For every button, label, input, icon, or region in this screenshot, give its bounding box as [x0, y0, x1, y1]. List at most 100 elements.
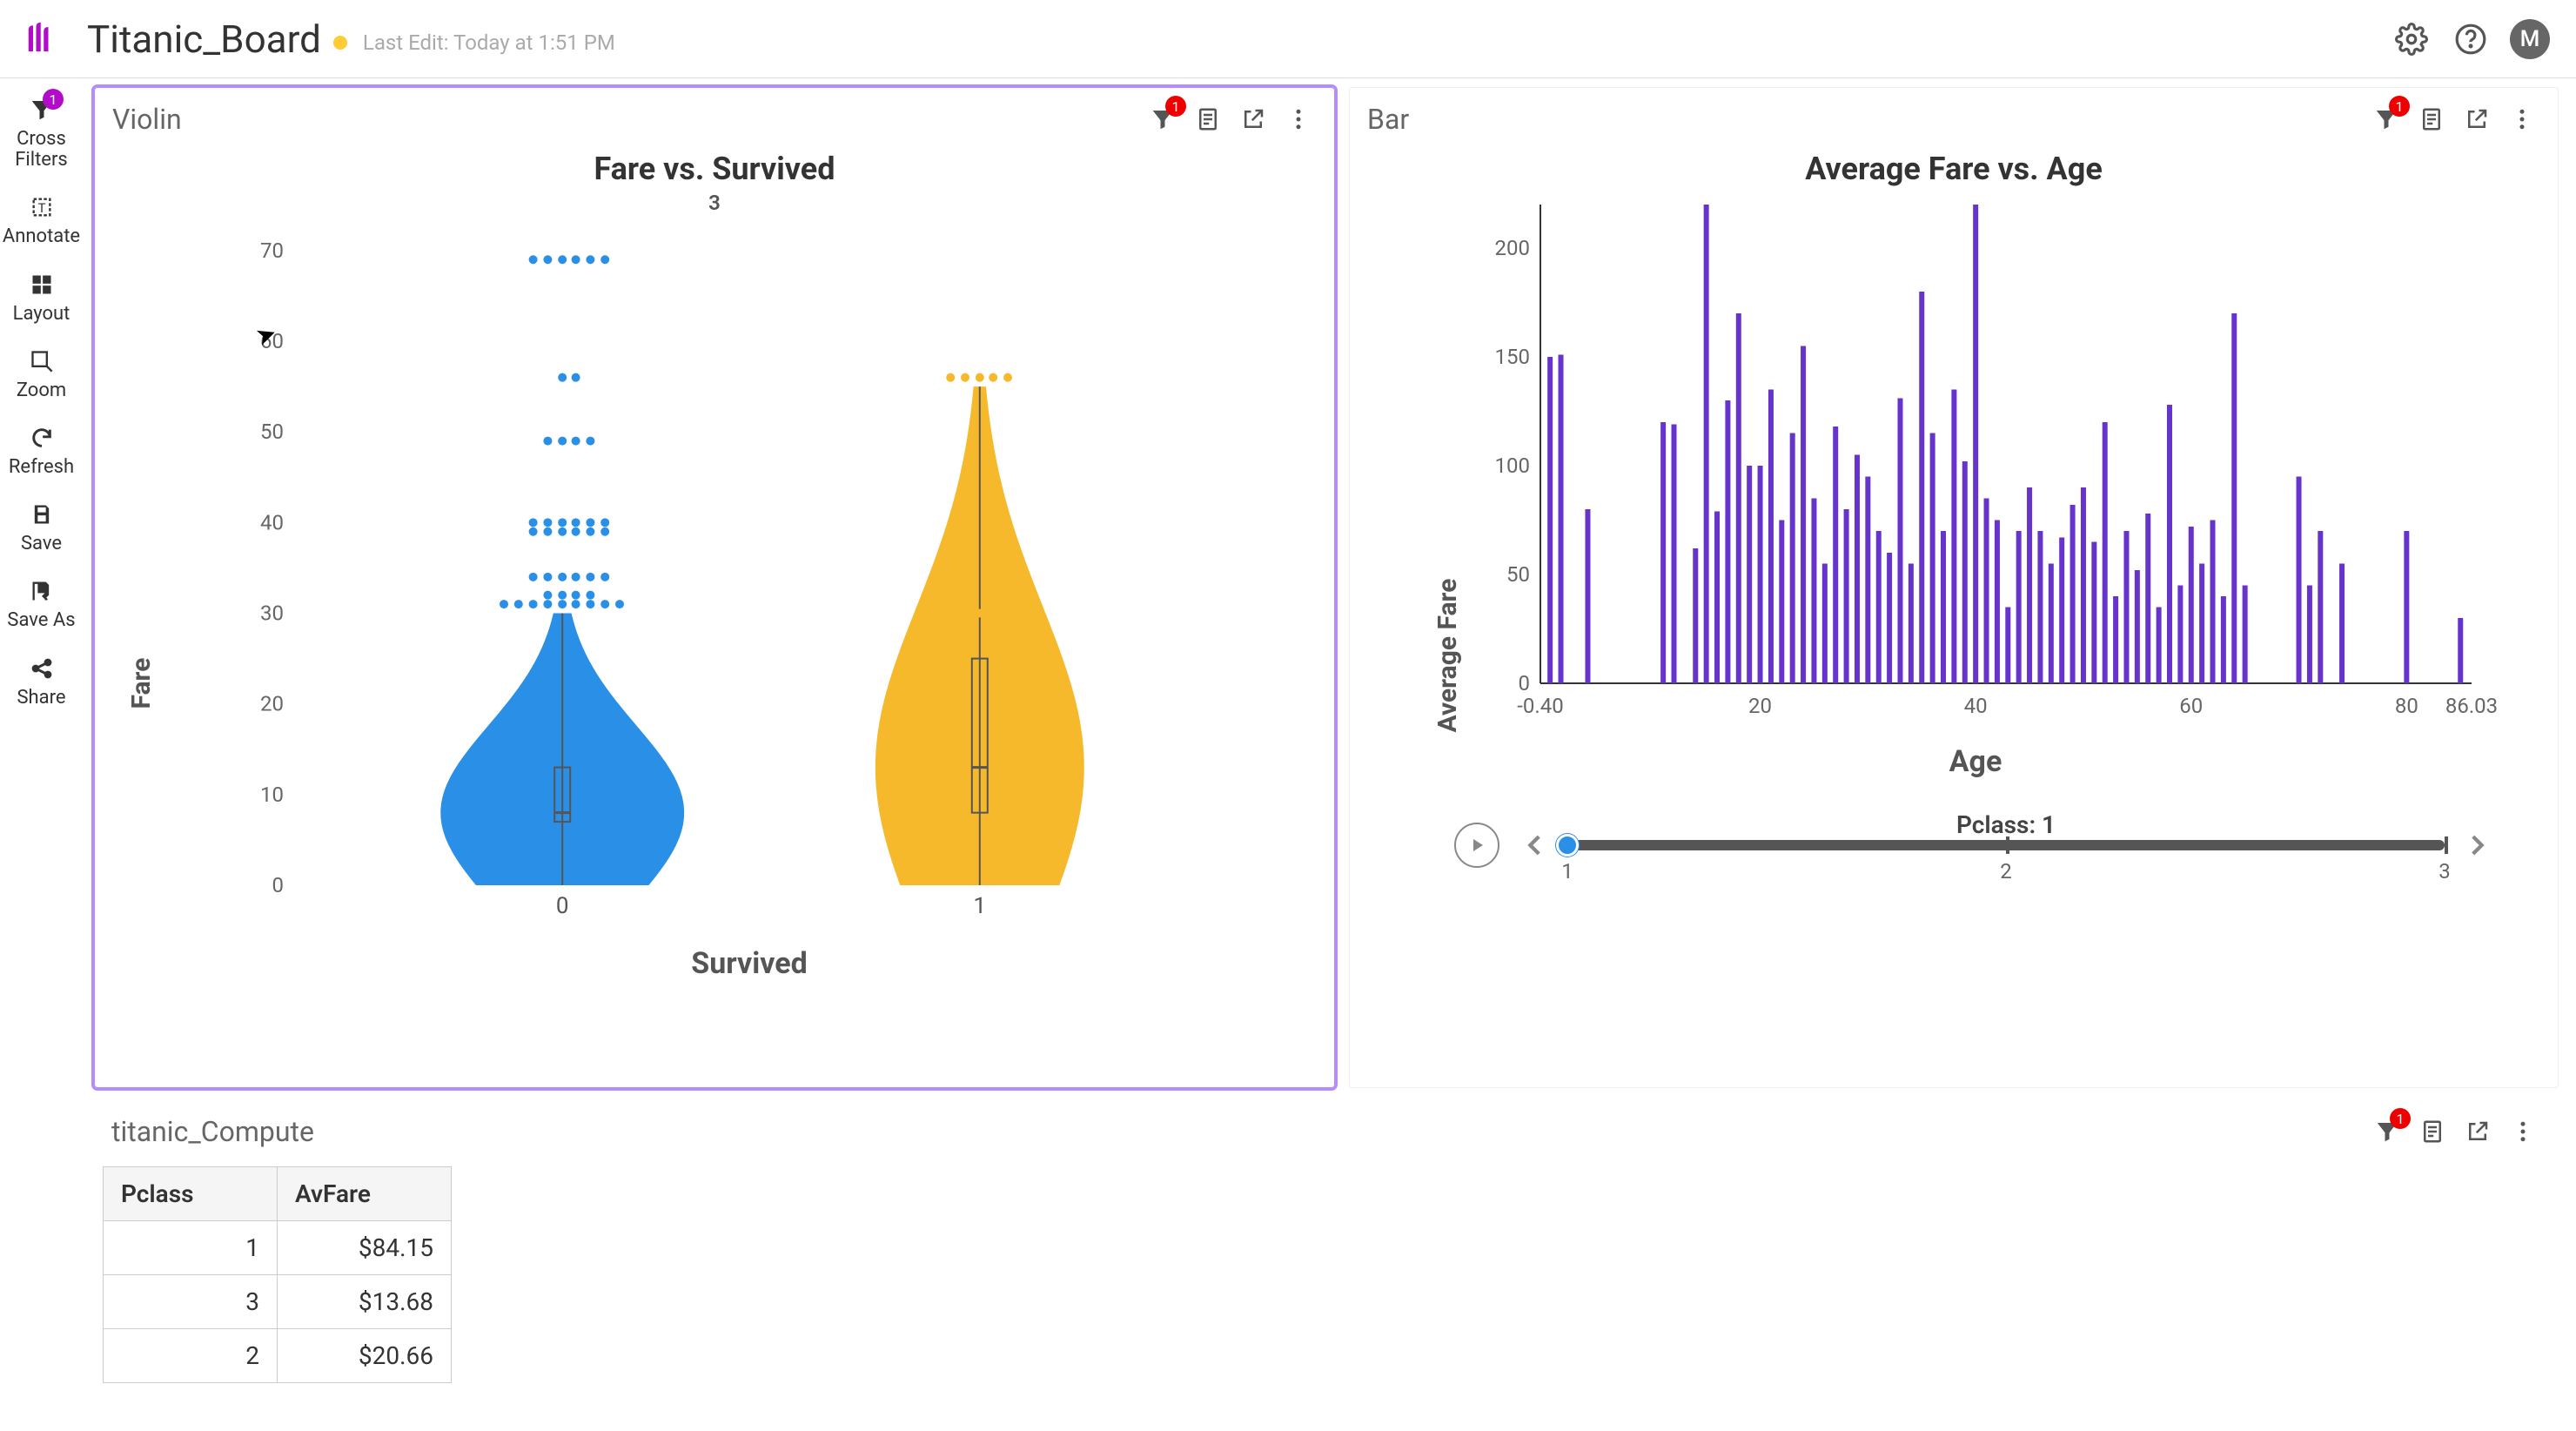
rail-annotate[interactable]: T Annotate: [0, 183, 83, 259]
chart-subtitle: 3: [95, 191, 1334, 215]
svg-text:30: 30: [260, 601, 284, 626]
rail-label: Save As: [7, 610, 75, 631]
popout-icon[interactable]: [1235, 101, 1271, 138]
help-icon[interactable]: [2451, 19, 2491, 59]
zoom-icon: [26, 346, 57, 377]
rail-zoom[interactable]: Zoom: [0, 337, 83, 413]
slider-tick-2: 2: [2000, 859, 2012, 883]
more-icon[interactable]: [2505, 1113, 2541, 1150]
slider-next[interactable]: [2457, 825, 2497, 865]
popout-icon[interactable]: [2459, 101, 2495, 138]
slider-tick-1: 1: [1561, 859, 1573, 883]
notes-icon[interactable]: [2414, 1113, 2451, 1150]
y-axis-label: Fare: [126, 658, 157, 709]
svg-text:20: 20: [1748, 694, 1772, 718]
x-axis-label: Age: [1428, 744, 2523, 779]
table-header[interactable]: Pclass: [104, 1167, 278, 1221]
table-row[interactable]: 3$13.68: [104, 1275, 452, 1329]
gear-icon[interactable]: [2392, 19, 2432, 59]
board-title[interactable]: Titanic_Board: [87, 17, 321, 62]
rail-save[interactable]: Save: [0, 490, 83, 567]
violin-chart[interactable]: 01020304050607001: [199, 224, 1299, 937]
panel-header: Bar 1: [1350, 88, 2558, 151]
svg-text:10: 10: [260, 783, 284, 807]
chart-title: Average Fare vs. Age: [1350, 151, 2558, 187]
svg-text:0: 0: [556, 893, 569, 919]
svg-text:20: 20: [260, 692, 284, 716]
panel-violin[interactable]: Violin 1 Fare vs. Survived 3 Fare 010203…: [94, 87, 1335, 1088]
svg-text:-0.40: -0.40: [1517, 694, 1563, 718]
rail-label: Save: [21, 534, 62, 554]
last-edit-label: Last Edit: Today at 1:51 PM: [363, 30, 615, 55]
x-axis-label: Survived: [199, 946, 1299, 981]
board-canvas: Violin 1 Fare vs. Survived 3 Fare 010203…: [87, 85, 2566, 1367]
filter-badge: 1: [1165, 96, 1186, 117]
table-row[interactable]: 1$84.15: [104, 1221, 452, 1275]
table-row[interactable]: 2$20.66: [104, 1329, 452, 1383]
text-box-icon: T: [26, 191, 57, 223]
filter-icon[interactable]: 1: [2369, 1113, 2405, 1150]
rail-label: Share: [17, 688, 65, 709]
svg-text:70: 70: [260, 238, 284, 263]
rail-label: Annotate: [3, 226, 80, 247]
svg-text:50: 50: [1506, 562, 1530, 587]
rail-refresh[interactable]: Refresh: [0, 413, 83, 490]
app-logo[interactable]: [17, 17, 61, 61]
filter-icon[interactable]: 1: [1144, 101, 1181, 138]
rail-label: Layout: [13, 304, 70, 325]
rail-label: Cross Filters: [15, 129, 68, 171]
compute-table[interactable]: PclassAvFare1$84.153$13.682$20.66: [103, 1166, 452, 1383]
svg-text:40: 40: [1964, 694, 1988, 718]
svg-text:T: T: [37, 200, 45, 216]
save-as-icon: [26, 575, 57, 607]
refresh-icon: [26, 422, 57, 453]
panel-body: PclassAvFare1$84.153$13.682$20.66: [94, 1163, 2559, 1431]
grid-icon: [26, 269, 57, 300]
filter-badge: 1: [2389, 96, 2410, 117]
popout-icon[interactable]: [2459, 1113, 2496, 1150]
svg-text:200: 200: [1495, 236, 1530, 260]
bar-chart[interactable]: 050100150200-0.402040608086.03: [1428, 196, 2523, 736]
table-header[interactable]: AvFare: [278, 1167, 452, 1221]
slider-thumb[interactable]: [1556, 834, 1579, 857]
panel-header: Violin 1: [95, 88, 1334, 151]
rail-share[interactable]: Share: [0, 644, 83, 721]
svg-text:60: 60: [2179, 694, 2203, 718]
play-button[interactable]: [1454, 823, 1499, 868]
save-icon: [26, 499, 57, 530]
rail-save-as[interactable]: Save As: [0, 567, 83, 643]
svg-text:0: 0: [272, 873, 285, 897]
more-icon[interactable]: [1280, 101, 1317, 138]
unsaved-indicator-dot: [333, 36, 347, 50]
notes-icon[interactable]: [2413, 101, 2450, 138]
slider-tick-3: 3: [2438, 859, 2451, 883]
share-icon: [26, 653, 57, 684]
svg-text:150: 150: [1495, 345, 1530, 369]
panel-title: Bar: [1367, 103, 1409, 136]
rail-label: Refresh: [9, 457, 74, 478]
panel-table[interactable]: titanic_Compute 1 PclassAvFare1$84.153$1…: [94, 1100, 2559, 1431]
svg-text:86.03: 86.03: [2445, 694, 2498, 718]
pclass-slider-row: Pclass: 1 1 2 3: [1428, 823, 2523, 868]
rail-cross-filters[interactable]: 1 Cross Filters: [0, 85, 83, 183]
svg-text:80: 80: [2395, 694, 2418, 718]
left-tool-rail: 1 Cross Filters T Annotate Layout Zoom R…: [0, 78, 83, 721]
more-icon[interactable]: [2504, 101, 2540, 138]
pclass-slider[interactable]: Pclass: 1 1 2 3: [1567, 840, 2445, 850]
cross-filters-badge: 1: [43, 89, 64, 110]
svg-text:100: 100: [1495, 453, 1530, 478]
rail-label: Zoom: [17, 380, 66, 401]
rail-layout[interactable]: Layout: [0, 260, 83, 337]
filter-badge: 1: [2390, 1108, 2411, 1129]
panel-header: titanic_Compute 1: [94, 1100, 2559, 1163]
avatar[interactable]: M: [2510, 19, 2550, 59]
filter-icon[interactable]: 1: [2368, 101, 2405, 138]
svg-text:50: 50: [260, 420, 284, 444]
panel-title: titanic_Compute: [111, 1115, 314, 1148]
svg-text:40: 40: [260, 510, 284, 534]
top-bar: Titanic_Board Last Edit: Today at 1:51 P…: [0, 0, 2576, 78]
notes-icon[interactable]: [1190, 101, 1226, 138]
panel-bar[interactable]: Bar 1 Average Fare vs. Age Average Fare …: [1349, 87, 2559, 1088]
panel-title: Violin: [112, 103, 182, 136]
slider-prev[interactable]: [1515, 825, 1555, 865]
